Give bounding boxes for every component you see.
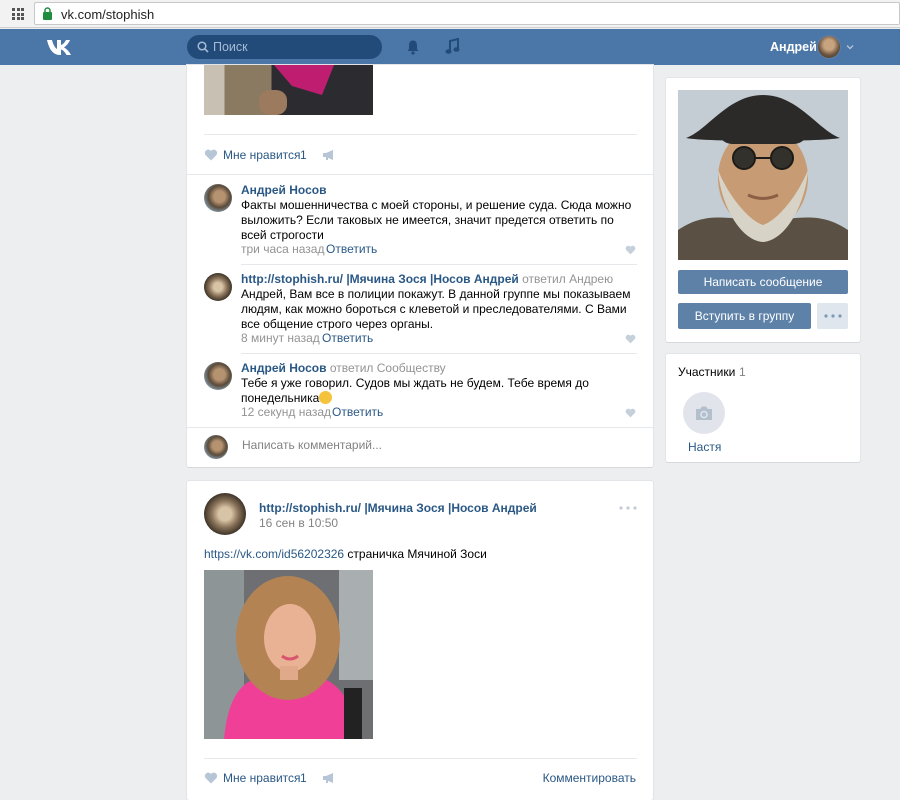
like-count: 1	[300, 148, 307, 162]
camera-icon	[696, 406, 712, 420]
wall-post: http://stophish.ru/ |Мячина Зося |Носов …	[187, 481, 653, 800]
like-count: 1	[300, 771, 307, 785]
current-user-avatar	[204, 435, 228, 459]
comment-divider	[241, 353, 637, 354]
like-button[interactable]: Мне нравится	[223, 148, 301, 162]
more-options-icon[interactable]	[619, 506, 637, 510]
comment-heart-icon[interactable]	[625, 408, 636, 418]
comment-heart-icon[interactable]	[625, 334, 636, 344]
comment-avatar[interactable]	[204, 273, 232, 301]
member-name[interactable]: Настя	[688, 440, 721, 454]
write-divider	[187, 427, 653, 428]
group-info-card: Написать сообщение Вступить в группу	[666, 78, 860, 342]
search-icon	[197, 41, 209, 53]
header-user-avatar[interactable]	[817, 35, 841, 59]
comment-author[interactable]: Андрей Носов ответил Сообществу	[241, 361, 446, 375]
browser-toolbar: vk.com/stophish	[0, 0, 900, 28]
join-group-button[interactable]: Вступить в группу	[678, 303, 811, 329]
post-text: https://vk.com/id56202326 страничка Мячи…	[204, 547, 487, 561]
comment-author[interactable]: Андрей Носов	[241, 183, 326, 197]
search-input[interactable]	[213, 35, 373, 59]
comment-reply-note: ответил Сообществу	[329, 361, 446, 375]
comment-author[interactable]: http://stophish.ru/ |Мячина Зося |Носов …	[241, 272, 613, 286]
post-author-avatar[interactable]	[204, 493, 246, 535]
comment-time[interactable]: три часа назад	[241, 242, 324, 256]
comment-text: Факты мошенничества с моей стороны, и ре…	[241, 198, 632, 242]
post-date[interactable]: 16 сен в 10:50	[259, 516, 338, 530]
heart-icon[interactable]	[204, 772, 218, 784]
post-divider	[204, 758, 637, 759]
post-author[interactable]: http://stophish.ru/ |Мячина Зося |Носов …	[259, 501, 537, 515]
post-divider	[204, 134, 637, 135]
comment-divider	[241, 264, 637, 265]
comment-reply-note: ответил Андрею	[522, 272, 614, 286]
wall-post: Мне нравится 1 Андрей Носов Факты мошенн…	[187, 65, 653, 467]
comment-input[interactable]	[242, 437, 622, 453]
search-box[interactable]	[187, 35, 382, 59]
comments-divider	[187, 174, 653, 175]
vk-logo-icon[interactable]	[46, 38, 76, 56]
post-photo[interactable]	[204, 65, 373, 115]
comment-time[interactable]: 12 секунд назад	[241, 405, 331, 419]
like-button[interactable]: Мне нравится	[223, 771, 301, 785]
reply-button[interactable]: Ответить	[326, 242, 377, 256]
members-card: Участники 1 Настя	[666, 354, 860, 462]
url-text[interactable]: vk.com/stophish	[61, 7, 154, 22]
post-link[interactable]: https://vk.com/id56202326	[204, 547, 344, 561]
reply-button[interactable]: Ответить	[332, 405, 383, 419]
write-message-button[interactable]: Написать сообщение	[678, 270, 848, 294]
address-bar[interactable]: vk.com/stophish	[34, 2, 900, 25]
chevron-down-icon[interactable]	[846, 44, 854, 50]
reply-button[interactable]: Ответить	[322, 331, 373, 345]
more-dots-icon	[824, 314, 842, 318]
heart-icon[interactable]	[204, 149, 218, 161]
members-count: 1	[739, 365, 746, 379]
music-note-icon[interactable]	[445, 38, 460, 55]
site-header: Андрей	[0, 29, 900, 65]
comment-avatar[interactable]	[204, 184, 232, 212]
group-avatar[interactable]	[678, 90, 848, 260]
post-photo[interactable]	[204, 570, 373, 739]
smile-emoji-icon	[319, 391, 333, 404]
members-title[interactable]: Участники	[678, 365, 735, 379]
share-megaphone-icon[interactable]	[322, 772, 336, 784]
comment-heart-icon[interactable]	[625, 245, 636, 255]
lock-icon	[43, 7, 52, 20]
more-actions-button[interactable]	[817, 303, 848, 329]
member-avatar[interactable]	[683, 392, 725, 434]
header-user-name[interactable]: Андрей	[770, 40, 817, 54]
notifications-bell-icon[interactable]	[405, 39, 421, 55]
comment-text: Андрей, Вам все в полиции покажут. В дан…	[241, 287, 631, 331]
apps-grid-icon[interactable]	[12, 8, 24, 20]
comment-avatar[interactable]	[204, 362, 232, 390]
share-megaphone-icon[interactable]	[322, 149, 336, 161]
comment-button[interactable]: Комментировать	[543, 771, 636, 785]
comment-time[interactable]: 8 минут назад	[241, 331, 320, 345]
comment-text: Тебе я уже говорил. Судов мы ждать не бу…	[241, 376, 589, 405]
